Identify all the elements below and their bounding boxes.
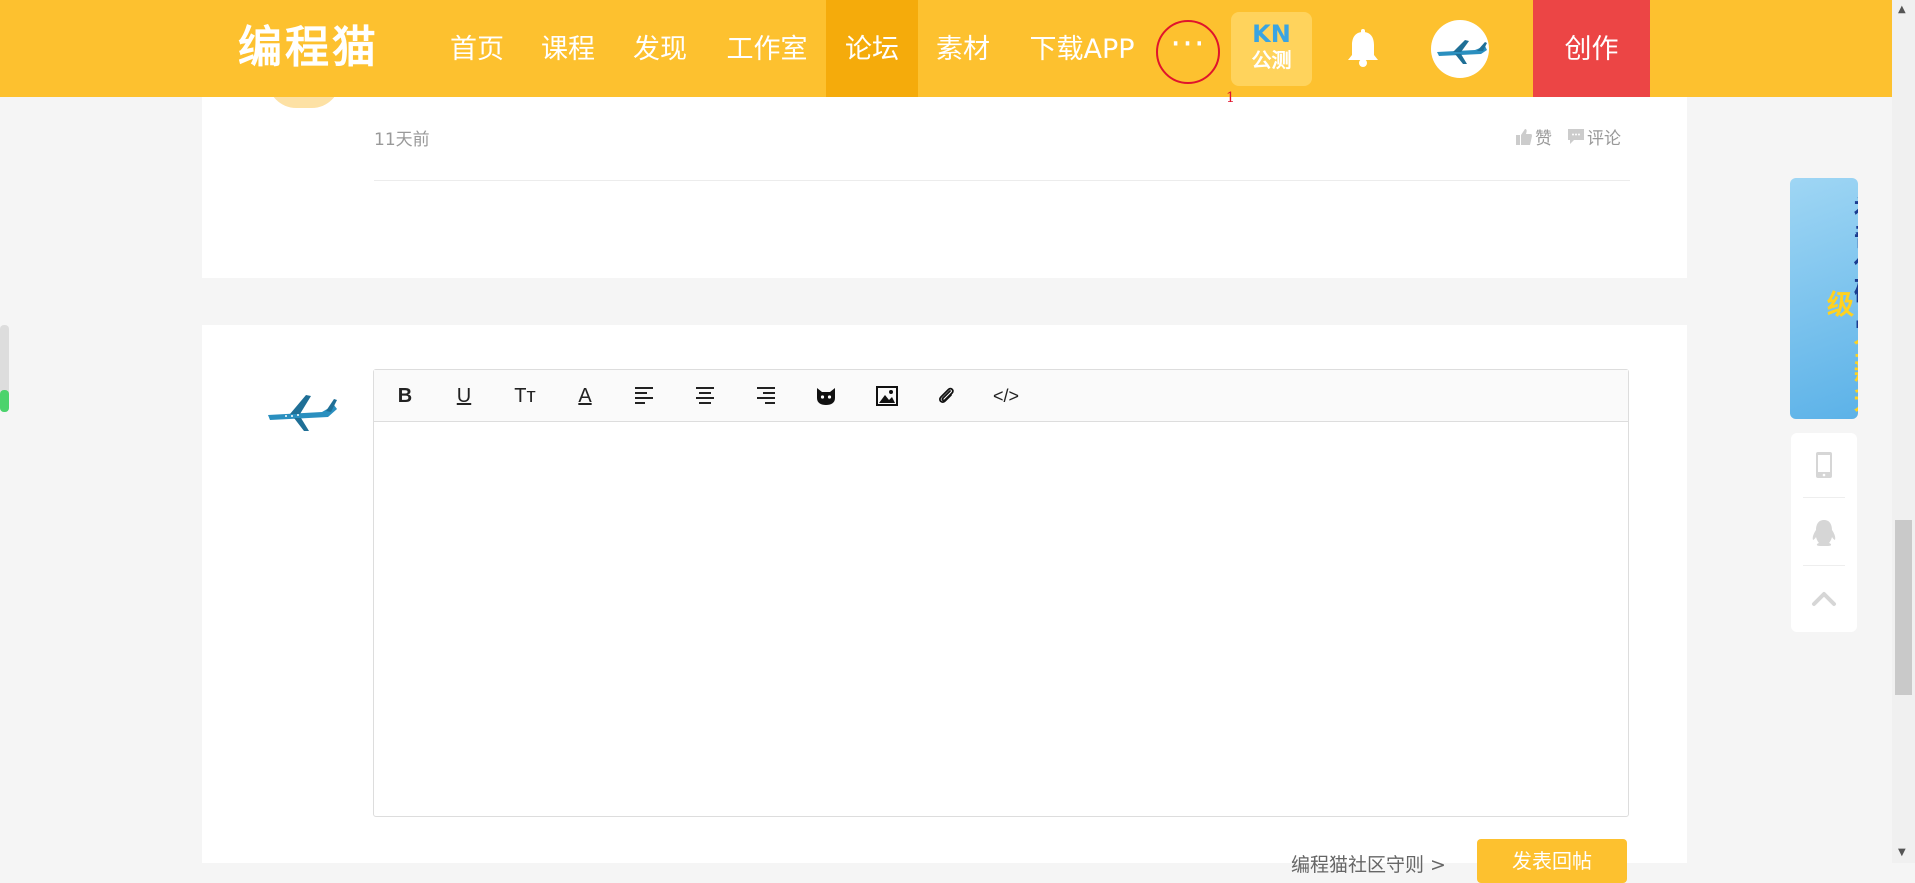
align-center-button[interactable]: [692, 383, 718, 409]
kn-beta-label: 公测: [1251, 48, 1292, 72]
font-color-button[interactable]: A: [572, 383, 598, 409]
align-right-icon: [757, 387, 775, 404]
font-size-button[interactable]: Tт: [512, 383, 538, 409]
current-user-avatar: [266, 387, 340, 435]
promo-text: 神奇代码岛全新升级: [1810, 188, 1858, 419]
float-divider: [1803, 497, 1845, 498]
nav-materials[interactable]: 素材: [918, 0, 1008, 97]
post-divider: [374, 180, 1630, 181]
thumbs-up-icon: [1516, 129, 1532, 145]
image-icon: [876, 386, 898, 406]
qq-penguin-icon[interactable]: [1808, 517, 1840, 549]
bell-icon[interactable]: [1345, 28, 1381, 68]
code-button[interactable]: </>: [993, 383, 1019, 409]
post-card: 11天前 赞 评论: [202, 80, 1687, 278]
paperclip-icon: [939, 387, 954, 403]
nav-forum[interactable]: 论坛: [826, 0, 918, 97]
scroll-up-arrow-icon[interactable]: ▲: [1898, 4, 1906, 15]
align-left-icon: [635, 387, 653, 404]
comment-icon: [1568, 129, 1584, 144]
scroll-down-arrow-icon[interactable]: ▼: [1898, 847, 1906, 858]
left-scroll-progress: [0, 390, 9, 412]
submit-reply-button[interactable]: 发表回帖: [1477, 839, 1627, 883]
vertical-scrollbar[interactable]: [1892, 0, 1915, 863]
floating-toolbar: [1791, 433, 1857, 632]
bold-button[interactable]: B: [392, 383, 418, 409]
nav-discover[interactable]: 发现: [618, 0, 702, 97]
comment-label: 评论: [1587, 129, 1621, 149]
user-avatar[interactable]: [1431, 20, 1489, 78]
nav-courses[interactable]: 课程: [526, 0, 610, 97]
top-navbar: 编程猫 首页 课程 发现 工作室 论坛 素材 下载APP ··· KN 公测 1…: [0, 0, 1892, 106]
comment-button[interactable]: 评论: [1567, 124, 1621, 149]
align-right-button[interactable]: [752, 383, 778, 409]
nav-home[interactable]: 首页: [434, 0, 520, 97]
image-button[interactable]: [874, 383, 900, 409]
create-button[interactable]: 创作: [1533, 0, 1650, 97]
emoji-button[interactable]: [813, 383, 839, 409]
nav-studio[interactable]: 工作室: [712, 0, 822, 97]
attachment-button[interactable]: [933, 383, 959, 409]
annotation-marker: 1: [1226, 90, 1235, 106]
chevron-up-icon[interactable]: [1808, 583, 1840, 615]
underline-button[interactable]: U: [451, 383, 477, 409]
code-island-promo-banner[interactable]: 神奇代码岛全新升级: [1790, 178, 1858, 419]
nav-download-app[interactable]: 下载APP: [1018, 0, 1146, 97]
reply-editor-card: B U Tт A </> 编程猫社区守则 > 发表回帖: [202, 325, 1687, 883]
align-center-icon: [696, 387, 714, 404]
like-label: 赞: [1535, 129, 1552, 149]
kn-label: KN: [1252, 20, 1291, 48]
align-left-button[interactable]: [632, 383, 658, 409]
promo-highlight-text: 全新升级: [1822, 290, 1858, 412]
more-menu-button[interactable]: ···: [1156, 20, 1220, 84]
rich-text-editor: B U Tт A </>: [373, 369, 1629, 817]
like-button[interactable]: 赞: [1515, 124, 1552, 149]
post-time: 11天前: [374, 130, 430, 150]
site-logo[interactable]: 编程猫: [238, 20, 379, 76]
community-rules-link[interactable]: 编程猫社区守则 >: [1291, 850, 1446, 877]
kn-beta-button[interactable]: KN 公测: [1231, 12, 1312, 86]
editor-toolbar: B U Tт A </>: [374, 370, 1628, 422]
cat-face-icon: [817, 388, 835, 405]
tablet-icon[interactable]: [1808, 449, 1840, 481]
float-divider: [1803, 565, 1845, 566]
scrollbar-thumb[interactable]: [1895, 520, 1912, 695]
editor-text-area[interactable]: [374, 422, 1628, 816]
